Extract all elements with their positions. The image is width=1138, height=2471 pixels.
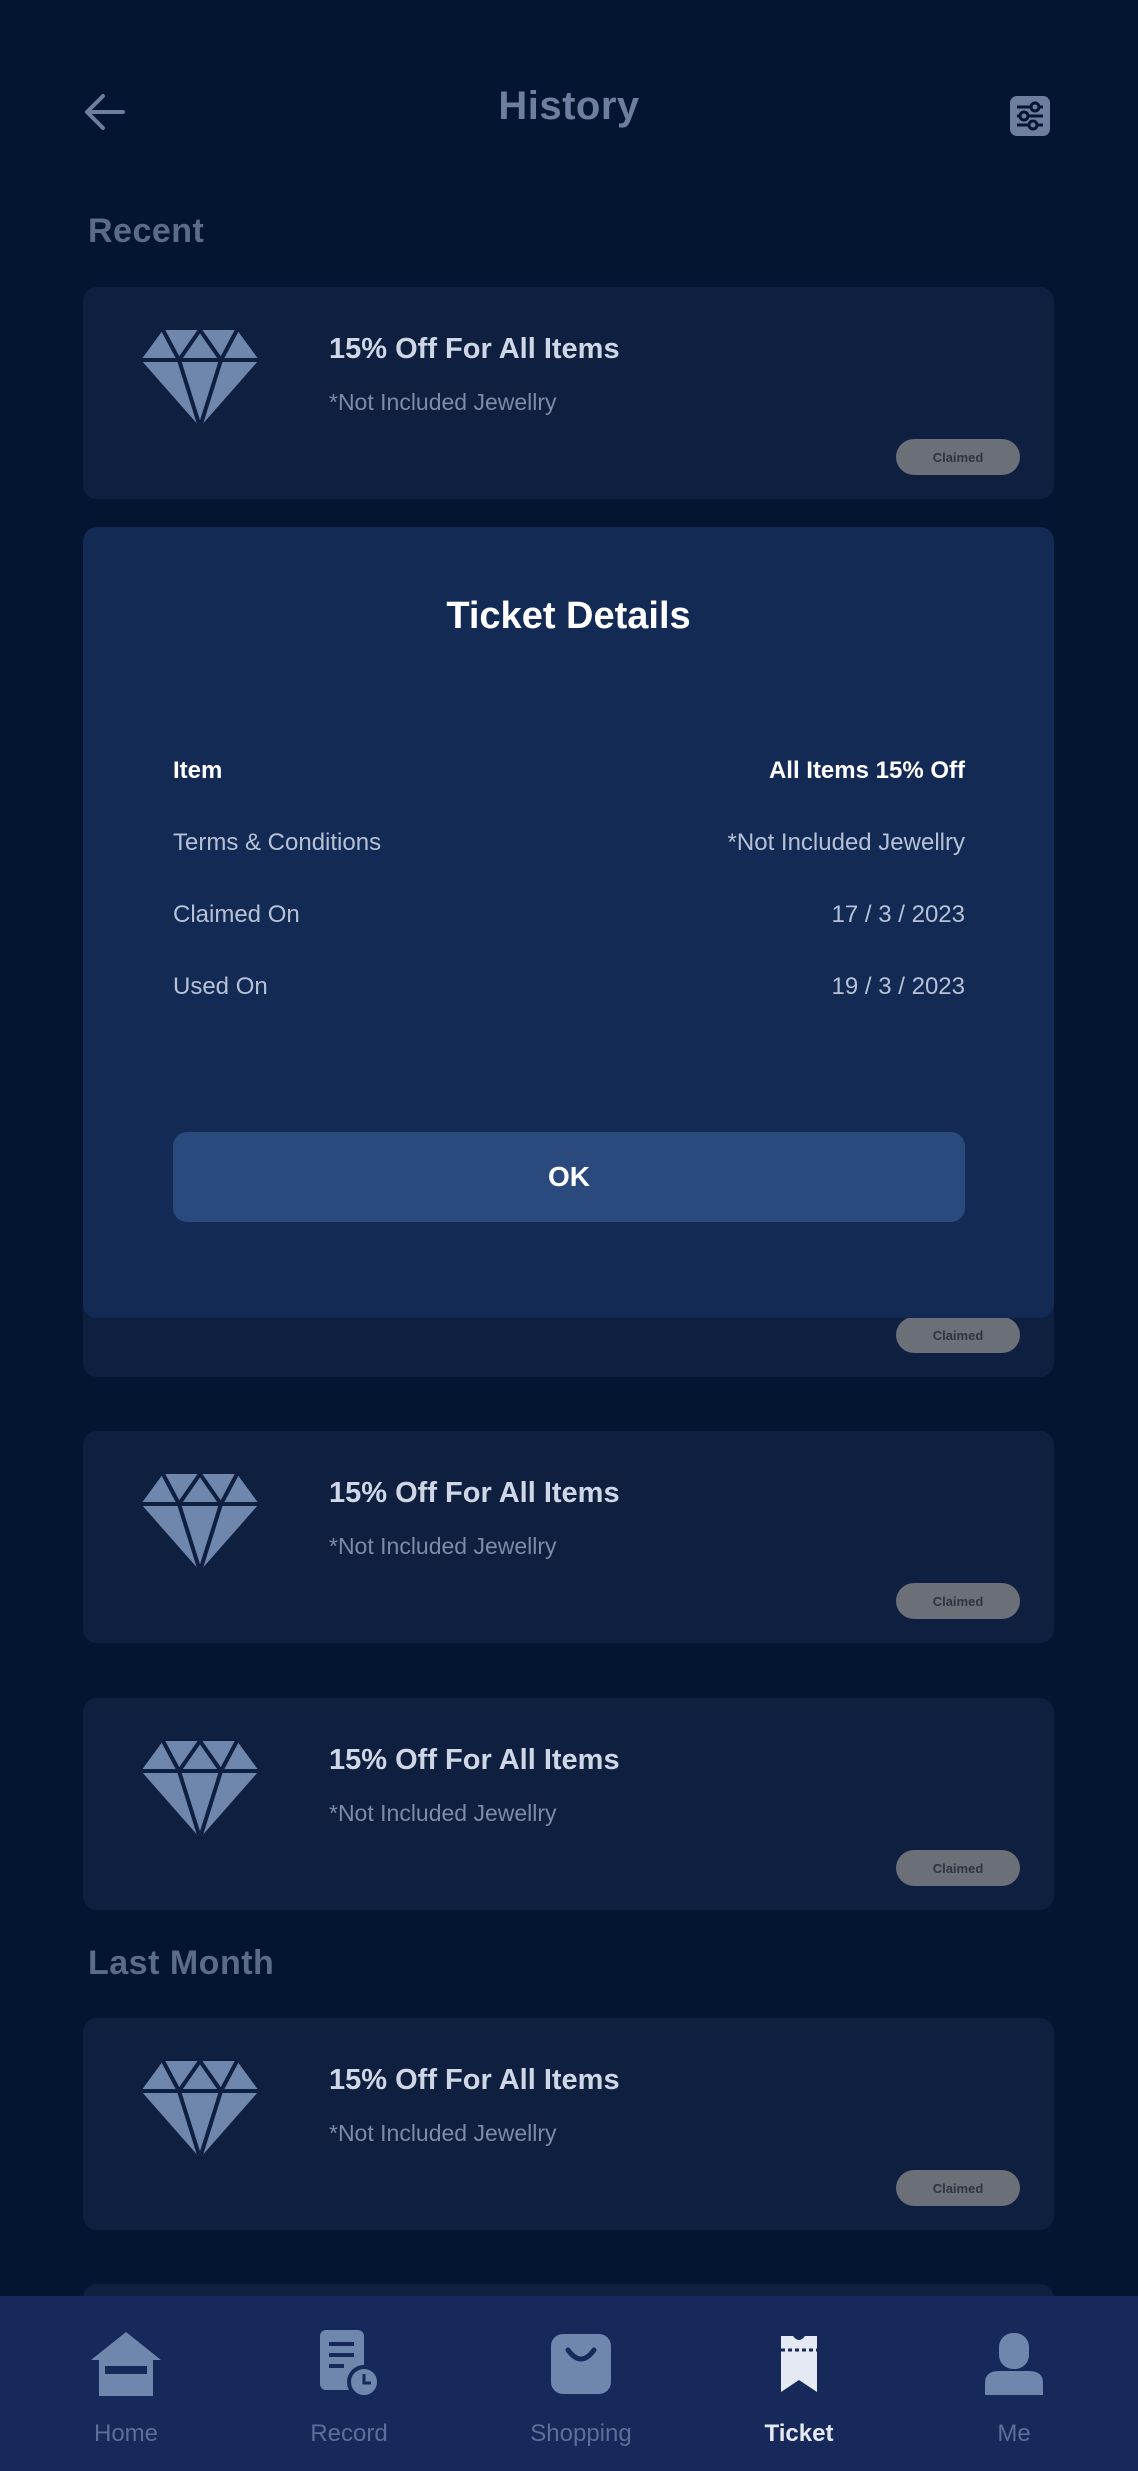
detail-label: Item <box>173 757 223 784</box>
status-badge: Claimed <box>896 2170 1020 2206</box>
nav-item-home[interactable]: Home <box>26 2296 226 2471</box>
section-label-recent: Recent <box>88 212 205 250</box>
ticket-subtitle: *Not Included Jewellry <box>329 389 557 415</box>
nav-item-record[interactable]: Record <box>249 2296 449 2471</box>
detail-value: *Not Included Jewellry <box>727 829 965 856</box>
ticket-title: 15% Off For All Items <box>329 2064 620 2096</box>
filter-button[interactable] <box>1004 90 1056 142</box>
diamond-icon <box>141 1471 259 1573</box>
ticket-subtitle: *Not Included Jewellry <box>329 1533 557 1559</box>
shopping-bag-icon <box>551 2334 611 2394</box>
filter-sliders-icon <box>1010 96 1050 136</box>
status-badge: Claimed <box>896 1583 1020 1619</box>
nav-label: Home <box>93 2420 159 2447</box>
ticket-title: 15% Off For All Items <box>329 1744 620 1776</box>
ticket-details-modal: Ticket Details Item All Items 15% Off Te… <box>83 527 1054 1318</box>
ticket-subtitle: *Not Included Jewellry <box>329 2120 557 2146</box>
ticket-title: 15% Off For All Items <box>329 333 620 365</box>
detail-label: Terms & Conditions <box>173 829 382 856</box>
status-badge: Claimed <box>896 1317 1020 1353</box>
ok-button[interactable]: OK <box>173 1132 965 1222</box>
detail-row-used-on: Used On 19 / 3 / 2023 <box>173 967 965 1007</box>
diamond-icon <box>141 327 259 429</box>
detail-value: 19 / 3 / 2023 <box>831 973 965 1000</box>
nav-item-shopping[interactable]: Shopping <box>481 2296 681 2471</box>
nav-item-ticket[interactable]: Ticket <box>699 2296 899 2471</box>
detail-row-claimed-on: Claimed On 17 / 3 / 2023 <box>173 895 965 935</box>
ticket-card[interactable]: 15% Off For All Items *Not Included Jewe… <box>83 2018 1054 2230</box>
detail-row-terms: Terms & Conditions *Not Included Jewellr… <box>173 823 965 863</box>
ticket-subtitle: *Not Included Jewellry <box>329 1800 557 1826</box>
detail-row-item: Item All Items 15% Off <box>173 751 965 791</box>
nav-label: Me <box>997 2420 1031 2447</box>
ticket-card[interactable]: 15% Off For All Items *Not Included Jewe… <box>83 1698 1054 1910</box>
page-title: History <box>498 84 640 128</box>
diamond-icon <box>141 1738 259 1840</box>
user-icon <box>985 2333 1043 2395</box>
ticket-card[interactable]: 15% Off For All Items *Not Included Jewe… <box>83 1431 1054 1643</box>
detail-label: Used On <box>173 973 268 1000</box>
nav-item-me[interactable]: Me <box>914 2296 1114 2471</box>
detail-label: Claimed On <box>173 901 300 928</box>
section-label-last-month: Last Month <box>88 1944 275 1982</box>
bottom-nav: Home Record Shopping Ticket Me <box>0 2296 1138 2471</box>
detail-value: All Items 15% Off <box>768 757 965 784</box>
record-icon <box>320 2330 381 2399</box>
detail-value: 17 / 3 / 2023 <box>831 901 965 928</box>
nav-label: Shopping <box>530 2420 632 2447</box>
nav-label: Ticket <box>764 2420 834 2447</box>
modal-title: Ticket Details <box>446 595 691 637</box>
ticket-title: 15% Off For All Items <box>329 1477 620 1509</box>
status-badge: Claimed <box>896 439 1020 475</box>
history-screen: History Recent 15% Off For All Items *No… <box>0 0 1138 2471</box>
status-badge: Claimed <box>896 1850 1020 1886</box>
ticket-icon <box>781 2336 817 2392</box>
diamond-icon <box>141 2058 259 2160</box>
home-icon <box>91 2332 161 2396</box>
ticket-card[interactable]: 15% Off For All Items *Not Included Jewe… <box>83 287 1054 499</box>
nav-label: Record <box>310 2420 388 2447</box>
